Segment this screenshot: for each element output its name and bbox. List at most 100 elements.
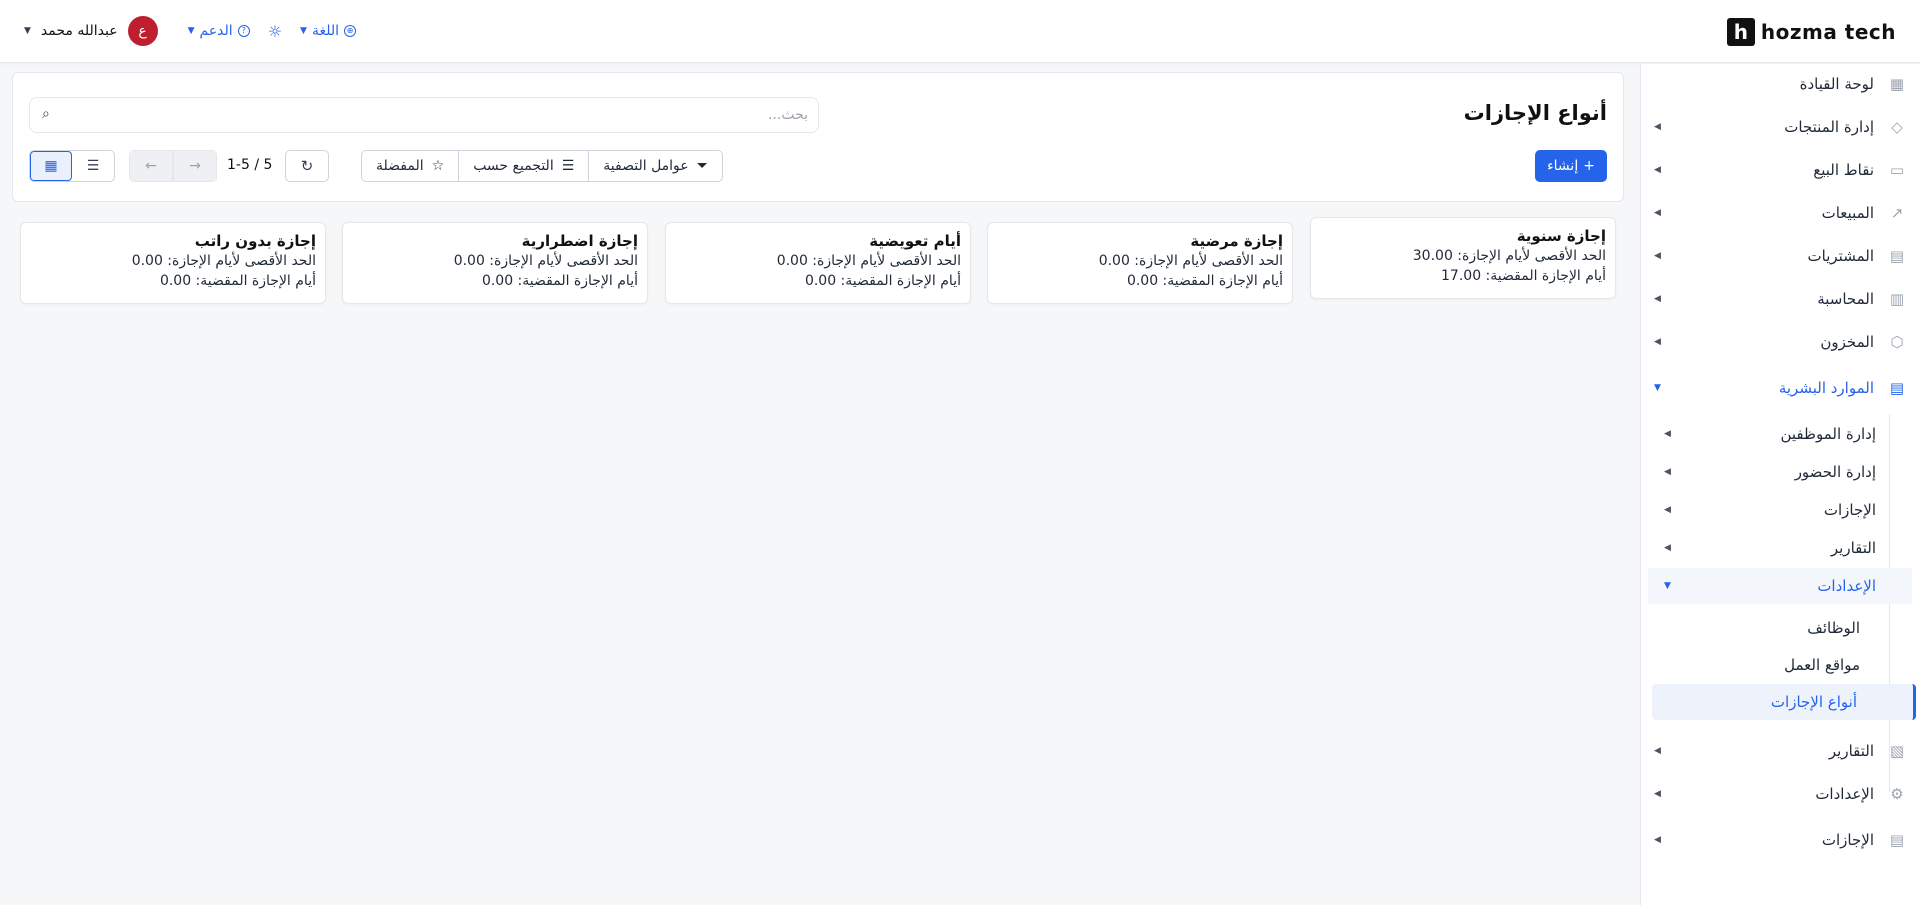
card-used-days: أيام الإجازة المقضية: 0.00 (481, 273, 638, 289)
refresh-button[interactable]: ↻ (285, 150, 329, 182)
caret-left-icon: ◀ (1654, 294, 1661, 304)
sidebar-item-employees[interactable]: إدارة الموظفين ◀ (1640, 416, 1920, 452)
cart-icon: ▤ (1889, 247, 1905, 265)
sidebar-item-hr-settings[interactable]: الإعدادات ▼ (1648, 568, 1912, 604)
list-doc-icon: ▤ (1889, 831, 1905, 849)
pager-text: 1-5 / 5 (227, 157, 273, 173)
sidebar-item-label: الإعدادات (1817, 577, 1876, 595)
star-icon: ☆ (431, 158, 445, 174)
sidebar-item-work-locations[interactable]: مواقع العمل (1640, 647, 1920, 683)
language-menu[interactable]: ▼ اللغة ⊕ (300, 23, 357, 39)
sidebar-item-sales[interactable]: ↗ المبيعات ◀ (1640, 193, 1920, 233)
sidebar-item-products[interactable]: ◇ إدارة المنتجات ◀ (1640, 107, 1920, 147)
kanban-view-button[interactable]: ▦ (30, 151, 73, 181)
sidebar-item-label: لوحة القيادة (1799, 75, 1874, 93)
sidebar-item-settings[interactable]: ⚙ الإعدادات ◀ (1640, 774, 1920, 814)
sidebar-item-label: إدارة الموظفين (1780, 425, 1876, 443)
sidebar-item-label: الموارد البشرية (1778, 379, 1874, 397)
caret-left-icon: ◀ (1654, 835, 1661, 845)
card-used-days: أيام الإجازة المقضية: 0.00 (159, 273, 316, 289)
list-view-button[interactable]: ☰ (72, 151, 114, 181)
topbar-actions: ▼ عبدالله محمد ع ▼ الدعم ? ☼ ▼ اللغة ⊕ (24, 16, 357, 46)
tag-icon: ◇ (1891, 118, 1903, 136)
group-by-button[interactable]: ☰ التجميع حسب (458, 151, 588, 181)
caret-left-icon: ◀ (1664, 505, 1671, 515)
favorites-button[interactable]: ☆ المفضلة (362, 151, 458, 181)
sidebar-item-dashboard[interactable]: ▦ لوحة القيادة (1640, 64, 1920, 104)
search-input[interactable] (68, 104, 808, 126)
sidebar-item-reports[interactable]: ▧ التقارير ◀ (1640, 731, 1920, 771)
card-max-days: الحد الأقصى لأيام الإجازة: 0.00 (131, 253, 316, 269)
search-icon[interactable]: ⌕ (42, 106, 50, 122)
logo-text: hozma tech (1760, 20, 1896, 44)
card-max-days: الحد الأقصى لأيام الإجازة: 0.00 (776, 253, 961, 269)
leave-type-card[interactable]: إجازة مرضية الحد الأقصى لأيام الإجازة: 0… (987, 222, 1293, 304)
caret-left-icon: ◀ (1654, 337, 1661, 347)
sidebar-item-purchases[interactable]: ▤ المشتريات ◀ (1640, 236, 1920, 276)
sidebar-item-label: نقاط البيع (1813, 161, 1874, 179)
favorites-label: المفضلة (376, 158, 424, 174)
leave-type-card[interactable]: إجازة سنوية الحد الأقصى لأيام الإجازة: 3… (1310, 217, 1616, 299)
gear-icon: ⚙ (1890, 785, 1904, 803)
list-icon: ☰ (561, 158, 575, 174)
filter-icon: ⏷ (696, 158, 708, 174)
sidebar-item-label: إدارة المنتجات (1784, 118, 1874, 136)
grid-view-icon: ▦ (44, 158, 58, 174)
sidebar-item-accounting[interactable]: ▥ المحاسبة ◀ (1640, 279, 1920, 319)
search-box: ⌕ (29, 97, 819, 133)
logo-mark: h (1726, 18, 1755, 46)
sidebar-item-leave-types[interactable]: أنواع الإجازات (1652, 684, 1916, 720)
caret-left-icon: ◀ (1654, 208, 1661, 218)
sidebar-item-attendance[interactable]: إدارة الحضور ◀ (1640, 454, 1920, 490)
card-max-days: الحد الأقصى لأيام الإجازة: 0.00 (453, 253, 638, 269)
sidebar-item-leaves[interactable]: الإجازات ◀ (1640, 492, 1920, 528)
brand-logo[interactable]: h hozma tech (1726, 18, 1896, 46)
sidebar-item-label: الإجازات (1823, 501, 1876, 519)
sidebar-item-hr-reports[interactable]: التقارير ◀ (1640, 530, 1920, 566)
user-name: عبدالله محمد (40, 23, 118, 39)
pager: ← → (129, 150, 217, 182)
sidebar-item-label: الإعدادات (1815, 785, 1874, 803)
user-menu[interactable]: ▼ عبدالله محمد ع (24, 16, 158, 46)
report-icon: ▧ (1889, 742, 1905, 760)
group-by-label: التجميع حسب (473, 158, 554, 174)
next-page-button[interactable]: → (173, 150, 217, 182)
caret-left-icon: ◀ (1654, 122, 1661, 132)
arrow-left-icon: ← (145, 158, 157, 174)
page-title: أنواع الإجازات (1463, 101, 1607, 125)
leave-type-card[interactable]: إجازة اضطرارية الحد الأقصى لأيام الإجازة… (342, 222, 648, 304)
leave-type-card[interactable]: أيام تعويضية الحد الأقصى لأيام الإجازة: … (665, 222, 971, 304)
sidebar-item-pos[interactable]: ▭ نقاط البيع ◀ (1640, 150, 1920, 190)
filter-toolbar: ☆ المفضلة ☰ التجميع حسب ⏷ عوامل التصفية (361, 150, 723, 182)
sidebar-item-label: التقارير (1830, 539, 1876, 557)
create-button[interactable]: + إنشاء (1535, 150, 1607, 182)
filters-label: عوامل التصفية (603, 158, 689, 174)
document-icon: ▤ (1889, 379, 1905, 397)
caret-down-icon: ▼ (1664, 581, 1671, 591)
view-switcher: ▦ ☰ (29, 150, 115, 182)
arrow-right-icon: → (189, 158, 201, 174)
sidebar-item-jobs[interactable]: الوظائف (1640, 610, 1920, 646)
support-menu[interactable]: ▼ الدعم ? (188, 23, 250, 39)
theme-toggle-sun-icon[interactable]: ☼ (268, 22, 282, 41)
plus-icon: + (1583, 158, 1595, 174)
sidebar-item-label: مواقع العمل (1784, 656, 1860, 674)
language-label: اللغة (311, 23, 340, 39)
prev-page-button[interactable]: ← (129, 150, 173, 182)
chevron-down-icon: ▼ (300, 26, 307, 36)
list-view-icon: ☰ (86, 158, 100, 174)
caret-left-icon: ◀ (1664, 467, 1671, 477)
card-max-days: الحد الأقصى لأيام الإجازة: 0.00 (1098, 253, 1283, 269)
filters-button[interactable]: ⏷ عوامل التصفية (588, 151, 722, 181)
sidebar-item-leaves-main[interactable]: ▤ الإجازات ◀ (1640, 820, 1920, 860)
sidebar-item-label: المبيعات (1821, 204, 1874, 222)
sidebar-item-hr[interactable]: ▤ الموارد البشرية ▼ (1640, 368, 1920, 408)
sidebar-item-inventory[interactable]: ⬡ المخزون ◀ (1640, 322, 1920, 362)
card-title: إجازة اضطرارية (521, 232, 638, 250)
top-bar: ▼ عبدالله محمد ع ▼ الدعم ? ☼ ▼ اللغة ⊕ h… (0, 0, 1920, 63)
avatar[interactable]: ع (127, 16, 158, 46)
store-icon: ▭ (1889, 161, 1905, 179)
leave-type-card[interactable]: إجازة بدون راتب الحد الأقصى لأيام الإجاز… (20, 222, 326, 304)
caret-down-icon: ▼ (1654, 383, 1661, 393)
card-used-days: أيام الإجازة المقضية: 17.00 (1441, 268, 1606, 284)
